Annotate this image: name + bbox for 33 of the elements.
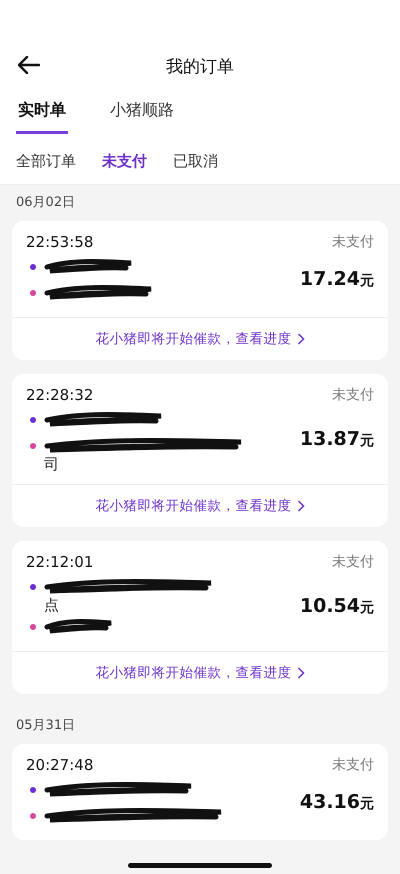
tab[interactable]: 小猪顺路 xyxy=(108,92,176,134)
order-amount: 13.87元 xyxy=(300,428,374,450)
order-status: 未支付 xyxy=(332,386,374,404)
order-amount: 10.54元 xyxy=(300,595,374,617)
progress-link[interactable]: 花小猪即将开始催款，查看进度 xyxy=(96,497,304,515)
filter-tab[interactable]: 已取消 xyxy=(173,152,218,170)
order-time: 22:12:01 xyxy=(26,553,94,571)
order-amount: 43.16元 xyxy=(300,791,374,813)
order-status: 未支付 xyxy=(332,233,374,251)
date-label: 06月02日 xyxy=(15,194,76,212)
date-label: 05月31日 xyxy=(15,717,76,735)
address-text: 点 xyxy=(44,595,60,615)
chevron-right-icon xyxy=(296,333,304,345)
order-card[interactable]: 20:27:48 未支付 43.16元 xyxy=(12,744,388,840)
filter-tab[interactable]: 未支付 xyxy=(102,152,147,170)
order-status: 未支付 xyxy=(332,553,374,571)
tab[interactable]: 实时单 xyxy=(16,92,68,134)
progress-link[interactable]: 花小猪即将开始催款，查看进度 xyxy=(96,664,304,682)
chevron-right-icon xyxy=(296,500,304,512)
chevron-right-icon xyxy=(296,667,304,679)
order-card[interactable]: 22:53:58 未支付 17.24元 花小猪即将开始催款，查看进度 xyxy=(12,221,388,360)
address-text: 司 xyxy=(44,454,60,474)
order-time: 20:27:48 xyxy=(26,756,94,774)
order-card[interactable]: 22:28:32 未支付 司 13.87元 花小猪即将开始催款，查看进度 xyxy=(12,374,388,527)
progress-link[interactable]: 花小猪即将开始催款，查看进度 xyxy=(96,330,304,348)
order-time: 22:53:58 xyxy=(26,233,94,251)
order-time: 22:28:32 xyxy=(26,386,94,404)
order-card[interactable]: 22:12:01 未支付 点 10.54元 花小猪即将开始催款，查看进度 xyxy=(12,541,388,694)
filter-tab[interactable]: 全部订单 xyxy=(16,152,76,170)
order-amount: 17.24元 xyxy=(300,268,374,290)
order-status: 未支付 xyxy=(332,756,374,774)
page-title: 我的订单 xyxy=(166,56,234,78)
back-button[interactable] xyxy=(18,56,40,74)
